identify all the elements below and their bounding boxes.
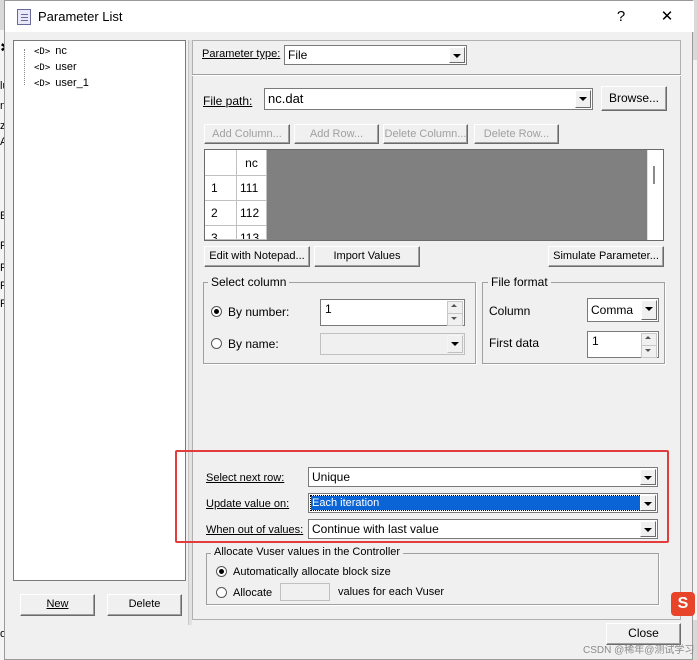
browse-button[interactable]: Browse... (601, 86, 667, 111)
file-format-title: File format (488, 275, 551, 289)
column-header-nc[interactable]: nc (237, 150, 267, 176)
allocate-title: Allocate Vuser values in the Controller (211, 546, 404, 558)
delete-button[interactable]: Delete (107, 594, 182, 616)
row-number: 2 (205, 201, 237, 226)
chevron-down-icon (641, 300, 657, 320)
add-column-label: Add Column... (212, 128, 282, 140)
close-button-label: Close (628, 626, 659, 640)
new-button[interactable]: New (20, 594, 95, 616)
scroll-thumb[interactable] (653, 166, 655, 184)
window-title: Parameter List (38, 9, 123, 24)
tree-item-label: user_1 (55, 77, 89, 89)
by-number-radio[interactable] (211, 306, 222, 317)
tree-item-user[interactable]: <D> user (34, 61, 77, 77)
separator (192, 74, 681, 76)
spin-down-icon[interactable] (641, 345, 657, 358)
parameter-type-label: Parameter type: (202, 48, 281, 60)
chevron-down-icon (575, 90, 591, 108)
file-path-value: nc.dat (268, 91, 304, 106)
list-icon (17, 9, 31, 25)
delete-column-label: Delete Column... (384, 128, 467, 140)
title-bar: Parameter List ? ✕ (5, 1, 694, 32)
row-number: 1 (205, 176, 237, 201)
select-column-title: Select column (208, 275, 290, 289)
chevron-down-icon (449, 47, 465, 63)
grid-corner (205, 150, 237, 176)
sougou-ime-icon[interactable]: S (671, 592, 695, 616)
import-values-button[interactable]: Import Values (314, 246, 420, 267)
tree-item-label: user (55, 61, 77, 73)
edit-with-notepad-label: Edit with Notepad... (209, 250, 305, 262)
allocate-radio[interactable] (216, 587, 227, 598)
parameter-type-select[interactable]: File (284, 45, 467, 65)
auto-allocate-label: Automatically allocate block size (233, 566, 391, 578)
new-button-label: New (46, 598, 69, 610)
add-column-button[interactable]: Add Column... (204, 124, 290, 144)
table-cell[interactable]: 112 (237, 201, 267, 226)
auto-allocate-radio[interactable] (216, 566, 227, 577)
by-name-radio[interactable] (211, 338, 222, 349)
highlight-annotation-box (175, 450, 669, 543)
allocate-count-input[interactable] (280, 583, 330, 601)
file-path-combo[interactable]: nc.dat (264, 88, 593, 110)
by-number-spinner[interactable]: 1 (320, 299, 465, 326)
edit-with-notepad-button[interactable]: Edit with Notepad... (204, 246, 310, 267)
row-number: 3 (205, 226, 237, 240)
column-delimiter-select[interactable]: Comma (587, 298, 659, 322)
help-button[interactable]: ? (603, 5, 639, 29)
allocate-label: Allocate (233, 587, 273, 599)
chevron-down-icon (447, 335, 463, 353)
tree-item-nc[interactable]: <D> nc (34, 45, 67, 61)
column-delimiter-value: Comma (591, 303, 634, 317)
grid-scrollbar[interactable] (647, 150, 663, 240)
parameter-icon: <D> (34, 79, 51, 89)
add-row-label: Add Row... (309, 128, 364, 140)
import-values-label: Import Values (333, 250, 401, 262)
watermark: CSDN @稀年@测试学习 (583, 645, 695, 656)
add-row-button[interactable]: Add Row... (294, 124, 379, 144)
tree-item-label: nc (55, 45, 67, 57)
file-path-label: File path: (203, 94, 253, 108)
table-cell[interactable]: 111 (237, 176, 267, 201)
parameter-data-grid[interactable]: nc 1 111 2 112 3 113 (204, 149, 664, 241)
parameter-icon: <D> (34, 47, 51, 57)
browse-button-label: Browse... (608, 91, 659, 105)
delete-button-label: Delete (128, 598, 161, 610)
first-data-label: First data (489, 336, 540, 350)
tree-line (24, 49, 25, 85)
by-name-label: By name: (228, 337, 279, 351)
by-number-label: By number: (228, 305, 290, 319)
by-number-value: 1 (325, 302, 332, 316)
close-icon[interactable]: ✕ (649, 5, 685, 29)
delete-row-label: Delete Row... (483, 128, 550, 140)
parameter-tree[interactable]: <D> nc <D> user <D> user_1 (13, 40, 186, 581)
allocate-suffix-label: values for each Vuser (338, 586, 444, 598)
first-data-value: 1 (592, 334, 599, 348)
column-label: Column (489, 304, 531, 318)
parameter-type-value: File (288, 48, 308, 62)
table-cell[interactable]: 113 (237, 226, 267, 240)
spin-down-icon[interactable] (447, 313, 463, 326)
delete-column-button[interactable]: Delete Column... (383, 124, 468, 144)
parameter-icon: <D> (34, 63, 51, 73)
simulate-parameter-button[interactable]: Simulate Parameter... (548, 246, 664, 267)
by-name-select[interactable] (320, 333, 465, 355)
delete-row-button[interactable]: Delete Row... (474, 124, 559, 144)
first-data-spinner[interactable]: 1 (587, 331, 659, 358)
tree-item-user-1[interactable]: <D> user_1 (34, 77, 89, 93)
simulate-parameter-label: Simulate Parameter... (553, 250, 659, 262)
